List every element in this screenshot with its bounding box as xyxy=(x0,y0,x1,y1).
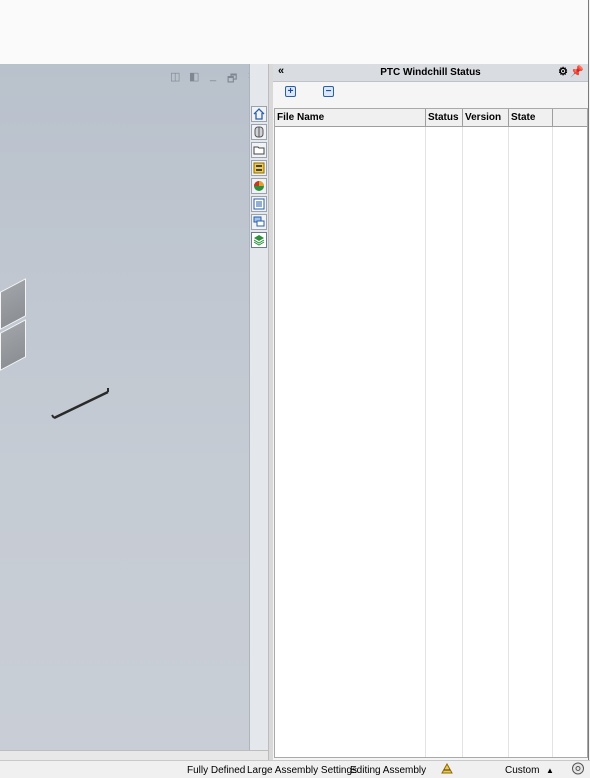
status-large-assembly[interactable]: Large Assembly Settings xyxy=(247,765,357,776)
file-explorer-icon[interactable] xyxy=(251,142,267,158)
command-area xyxy=(0,0,589,65)
minimize-icon[interactable]: _ xyxy=(208,70,218,89)
column-header-state[interactable]: State xyxy=(511,112,535,123)
home-icon[interactable] xyxy=(251,106,267,122)
column-header-status[interactable]: Status xyxy=(428,112,459,123)
status-definition: Fully Defined xyxy=(187,765,246,776)
viewport-window-controls: ◫ ◧ _ 🗗 × xyxy=(170,70,256,89)
appearances-icon[interactable] xyxy=(251,178,267,194)
model-rod[interactable] xyxy=(50,386,120,426)
gear-icon[interactable]: ⚙ xyxy=(558,65,568,78)
collapse-all-button[interactable]: − xyxy=(323,86,334,97)
file-status-table: File Name Status Version State xyxy=(274,108,588,758)
help-icon[interactable] xyxy=(571,762,585,778)
custom-properties-icon[interactable] xyxy=(251,196,267,212)
windchill-status-panel: « PTC Windchill Status ⚙ 📌 + − File Name… xyxy=(273,64,589,760)
status-bar: Fully Defined Large Assembly Settings Ed… xyxy=(0,760,590,778)
table-header: File Name Status Version State xyxy=(275,109,587,127)
column-header-file-name[interactable]: File Name xyxy=(277,112,324,123)
status-mode: Editing Assembly xyxy=(350,765,427,776)
forum-icon[interactable] xyxy=(251,214,267,230)
pin-icon[interactable]: 📌 xyxy=(570,65,584,78)
panel-title-bar: « PTC Windchill Status ⚙ 📌 xyxy=(273,64,588,82)
rebuild-icon[interactable] xyxy=(440,762,454,778)
expand-all-button[interactable]: + xyxy=(285,86,296,97)
windchill-status-icon[interactable] xyxy=(251,232,267,248)
3d-content-icon[interactable] xyxy=(251,124,267,140)
split-horizontal-icon[interactable]: ◫ xyxy=(170,70,180,89)
units-dropdown-icon[interactable]: ▲ xyxy=(546,766,554,775)
restore-icon[interactable]: 🗗 xyxy=(227,70,237,89)
view-palette-icon[interactable] xyxy=(251,160,267,176)
units-selector[interactable]: Custom xyxy=(505,765,539,776)
graphics-viewport[interactable] xyxy=(0,64,249,750)
column-header-version[interactable]: Version xyxy=(465,112,501,123)
split-vertical-icon[interactable]: ◧ xyxy=(189,70,199,89)
panel-title: PTC Windchill Status xyxy=(380,67,481,78)
